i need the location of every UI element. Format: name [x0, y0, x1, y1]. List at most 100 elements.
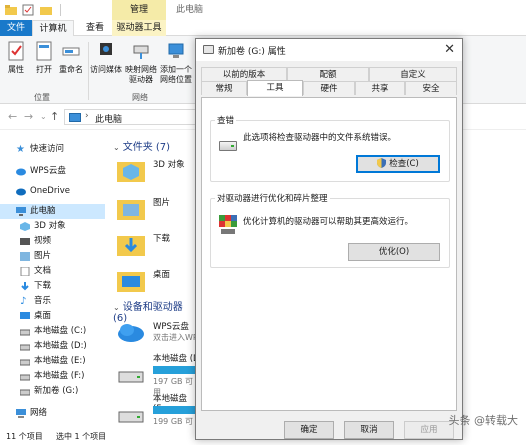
nav-label: 图片	[34, 251, 52, 261]
nav-label: WPS云盘	[30, 166, 66, 176]
group-network-label: 网络	[132, 93, 148, 102]
new-folder-quick-icon[interactable]	[40, 4, 52, 16]
open-button[interactable]: 打开	[32, 40, 56, 75]
disk-f-tile-icon[interactable]	[117, 402, 145, 430]
nav-disk-f[interactable]: 本地磁盘 (F:)	[0, 369, 105, 384]
up-button[interactable]: ↑	[50, 110, 59, 123]
nav-onedrive[interactable]: OneDrive	[0, 184, 105, 199]
tab-computer[interactable]: 计算机	[32, 20, 74, 37]
nav-wps[interactable]: WPS云盘	[0, 164, 105, 179]
tab-security[interactable]: 安全	[405, 81, 457, 95]
drive-icon	[20, 389, 30, 396]
content-area: ⌄ 文件夹 (7) 3D 对象 图片 下载 桌面 ⌄ 设备和驱动器 (6) WPS云…	[105, 130, 200, 437]
access-media-button[interactable]: 访问媒体	[90, 40, 122, 75]
close-icon[interactable]: ✕	[444, 42, 455, 57]
open-label: 打开	[36, 65, 52, 74]
nav-this-pc[interactable]: 此电脑	[0, 204, 105, 219]
tab-row-1: 以前的版本 配额 自定义	[201, 67, 457, 81]
tools-panel: 查错 此选项将检查驱动器中的文件系统错误。 检查(C) 对驱动器进行优化和碎片整…	[201, 97, 457, 411]
folder-desktop-icon[interactable]	[117, 266, 145, 294]
network-drive-icon	[133, 45, 149, 59]
open-icon	[36, 41, 52, 61]
nav-label: 网络	[30, 408, 48, 418]
drive-icon	[20, 359, 30, 366]
add-network-location-button[interactable]: 添加一个 网络位置	[158, 40, 194, 85]
ok-button[interactable]: 确定	[284, 421, 334, 439]
nav-label: 新加卷 (G:)	[34, 386, 79, 396]
folder-downloads-icon[interactable]	[117, 230, 145, 258]
forward-button[interactable]: →	[24, 110, 33, 123]
nav-network[interactable]: 网络	[0, 406, 105, 421]
status-selected: 选中 1 个项目	[56, 432, 107, 441]
dialog-title-bar[interactable]: 新加卷 (G:) 属性 ✕	[196, 39, 462, 61]
tab-tools[interactable]: 工具	[247, 80, 303, 96]
tab-sharing[interactable]: 共享	[355, 81, 405, 95]
folder-downloads-label[interactable]: 下载	[153, 232, 170, 244]
apply-button[interactable]: 应用	[404, 421, 454, 439]
tab-view[interactable]: 查看	[80, 20, 110, 36]
nav-3d-objects[interactable]: 3D 对象	[0, 219, 105, 234]
back-button[interactable]: ←	[8, 110, 17, 123]
music-note-icon: ♪	[20, 296, 27, 307]
nav-desktop[interactable]: 桌面	[0, 309, 105, 324]
disk-d-tile-icon[interactable]	[117, 362, 145, 390]
folder-desktop-label[interactable]: 桌面	[153, 268, 170, 280]
nav-downloads[interactable]: 下载	[0, 279, 105, 294]
nav-music[interactable]: ♪ 音乐	[0, 294, 105, 309]
wps-tile-label[interactable]: WPS云盘	[153, 320, 189, 332]
tab-quota[interactable]: 配额	[287, 67, 369, 81]
tab-general[interactable]: 常规	[201, 81, 247, 95]
properties-button[interactable]: 属性	[4, 40, 28, 75]
tab-previous-versions[interactable]: 以前的版本	[201, 67, 287, 81]
cancel-button[interactable]: 取消	[344, 421, 394, 439]
nav-disk-g[interactable]: 新加卷 (G:)	[0, 384, 105, 399]
nav-quick-access[interactable]: ★ 快速访问	[0, 142, 105, 157]
tab-hardware[interactable]: 硬件	[303, 81, 355, 95]
optimize-group: 对驱动器进行优化和碎片整理 优化计算机的驱动器可以帮助其更高效运行。 优化(O)	[210, 192, 450, 268]
folder-pictures-label[interactable]: 图片	[153, 196, 170, 208]
recent-dropdown-icon[interactable]: ⌄	[40, 112, 47, 121]
disk-d-tile-label[interactable]: 本地磁盘 (D	[153, 352, 200, 364]
nav-documents[interactable]: 文档	[0, 264, 105, 279]
folder-3d-label[interactable]: 3D 对象	[153, 158, 185, 170]
ribbon-tabs: 文件 计算机 查看 驱动器工具	[0, 20, 526, 37]
rename-button[interactable]: 重命名	[58, 40, 84, 75]
picture-icon	[20, 252, 30, 261]
nav-disk-d[interactable]: 本地磁盘 (D:)	[0, 339, 105, 354]
chevron-down-icon: ⌄	[113, 143, 120, 152]
properties-icon	[8, 41, 24, 61]
address-field[interactable]: › 此电脑	[64, 109, 214, 125]
watermark-text: 头条 @转载大	[448, 414, 519, 427]
nav-label: 桌面	[34, 311, 52, 321]
dialog-title: 新加卷 (G:) 属性	[218, 47, 286, 57]
nav-videos[interactable]: 视频	[0, 234, 105, 249]
tab-drive-tools[interactable]: 驱动器工具	[112, 20, 166, 36]
manage-context-tab[interactable]: 管理	[112, 0, 166, 20]
check-button[interactable]: 检查(C)	[356, 155, 440, 173]
properties-quick-icon[interactable]	[22, 4, 34, 16]
tab-file[interactable]: 文件	[0, 20, 32, 36]
folder-pictures-icon[interactable]	[117, 194, 145, 222]
nav-disk-e[interactable]: 本地磁盘 (E:)	[0, 354, 105, 369]
optimize-button[interactable]: 优化(O)	[348, 243, 440, 261]
folders-section-header[interactable]: ⌄ 文件夹 (7)	[113, 138, 170, 153]
rename-label: 重命名	[59, 65, 83, 74]
chevron-right-icon: ›	[85, 111, 89, 121]
map-network-drive-button[interactable]: 映射网络 驱动器	[124, 40, 158, 85]
error-check-desc: 此选项将检查驱动器中的文件系统错误。	[243, 133, 397, 143]
map-network-line1: 映射网络	[125, 65, 157, 74]
wps-cloud-tile-icon[interactable]	[117, 318, 145, 346]
cube-icon	[20, 222, 30, 231]
media-icon	[100, 43, 112, 55]
nav-disk-c[interactable]: 本地磁盘 (C:)	[0, 324, 105, 339]
nav-label: OneDrive	[30, 186, 70, 196]
drive-title-icon	[203, 45, 214, 54]
nav-pictures[interactable]: 图片	[0, 249, 105, 264]
nav-label: 3D 对象	[34, 221, 66, 231]
folder-3d-icon[interactable]	[117, 156, 145, 184]
network-location-icon	[168, 43, 184, 58]
folders-section-title: 文件夹 (7)	[122, 142, 171, 153]
onedrive-cloud-icon	[16, 188, 26, 196]
chevron-down-icon: ⌄	[113, 303, 120, 312]
tab-customize[interactable]: 自定义	[369, 67, 457, 81]
